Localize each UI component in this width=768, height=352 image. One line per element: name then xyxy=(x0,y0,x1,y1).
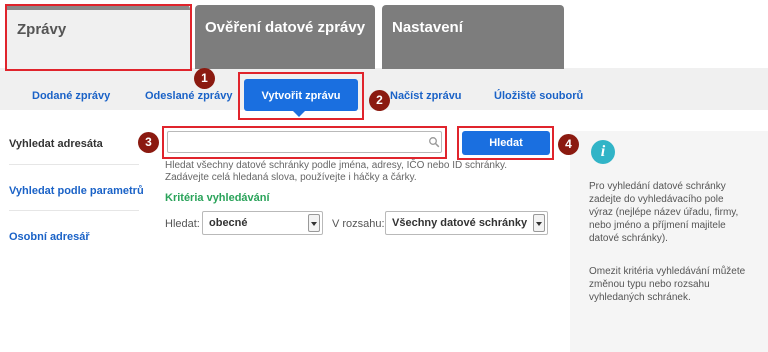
tab-label: Ověření datové zprávy xyxy=(205,19,366,36)
annotation-badge: 3 xyxy=(138,132,159,153)
search-hint: Hledat všechny datové schránky podle jmé… xyxy=(165,160,508,183)
tab-label: Nastavení xyxy=(392,19,463,36)
subnav-label: Vytvořit zprávu xyxy=(261,90,341,102)
rozsah-label: V rozsahu: xyxy=(332,218,385,230)
search-icon xyxy=(429,137,440,148)
rozsah-select-value: Všechny datové schránky xyxy=(392,217,528,229)
rozsah-select[interactable]: Všechny datové schránky xyxy=(385,211,548,235)
subnav-nacist-zpravu[interactable]: Načíst zprávu xyxy=(390,90,462,102)
tab-label: Zprávy xyxy=(17,21,67,38)
info-paragraph: Omezit kritéria vyhledávání můžete změno… xyxy=(589,266,746,303)
hledat-label: Hledat: xyxy=(165,218,200,230)
subnav-vytvorit-zpravu[interactable]: Vytvořit zprávu xyxy=(244,79,358,111)
annotation-badge: 2 xyxy=(369,90,390,111)
info-paragraph: Pro vyhledání datové schránky zadejte do… xyxy=(589,181,739,244)
menu-item-vyhledat-podle-parametru[interactable]: Vyhledat podle parametrů xyxy=(9,185,144,197)
search-input[interactable] xyxy=(167,131,442,153)
menu-item-vyhledat-adresata[interactable]: Vyhledat adresáta xyxy=(9,138,103,150)
hledat-select-value: obecné xyxy=(209,217,248,229)
annotation-badge: 4 xyxy=(558,134,579,155)
subnav-odeslane-zpravy[interactable]: Odeslané zprávy xyxy=(145,90,232,102)
annotation-badge: 1 xyxy=(194,68,215,89)
criteria-heading: Kritéria vyhledávání xyxy=(165,192,270,204)
tab-zpravy[interactable]: Zprávy xyxy=(6,5,190,69)
dropdown-arrow-icon[interactable] xyxy=(533,214,545,232)
menu-item-osobni-adresar[interactable]: Osobní adresář xyxy=(9,231,90,243)
hledat-select[interactable]: obecné xyxy=(202,211,323,235)
search-button[interactable]: Hledat xyxy=(462,131,550,155)
divider xyxy=(9,164,139,165)
info-icon: i xyxy=(591,140,615,164)
subnav-dodane-zpravy[interactable]: Dodané zprávy xyxy=(32,90,110,102)
dropdown-arrow-icon[interactable] xyxy=(308,214,320,232)
active-caret-icon xyxy=(292,110,306,117)
divider xyxy=(9,210,139,211)
tab-nastaveni[interactable]: Nastavení xyxy=(382,5,564,69)
tab-overeni-datove-zpravy[interactable]: Ověření datové zprávy xyxy=(195,5,375,69)
subnav-uloziste-souboru[interactable]: Úložiště souborů xyxy=(494,90,583,102)
